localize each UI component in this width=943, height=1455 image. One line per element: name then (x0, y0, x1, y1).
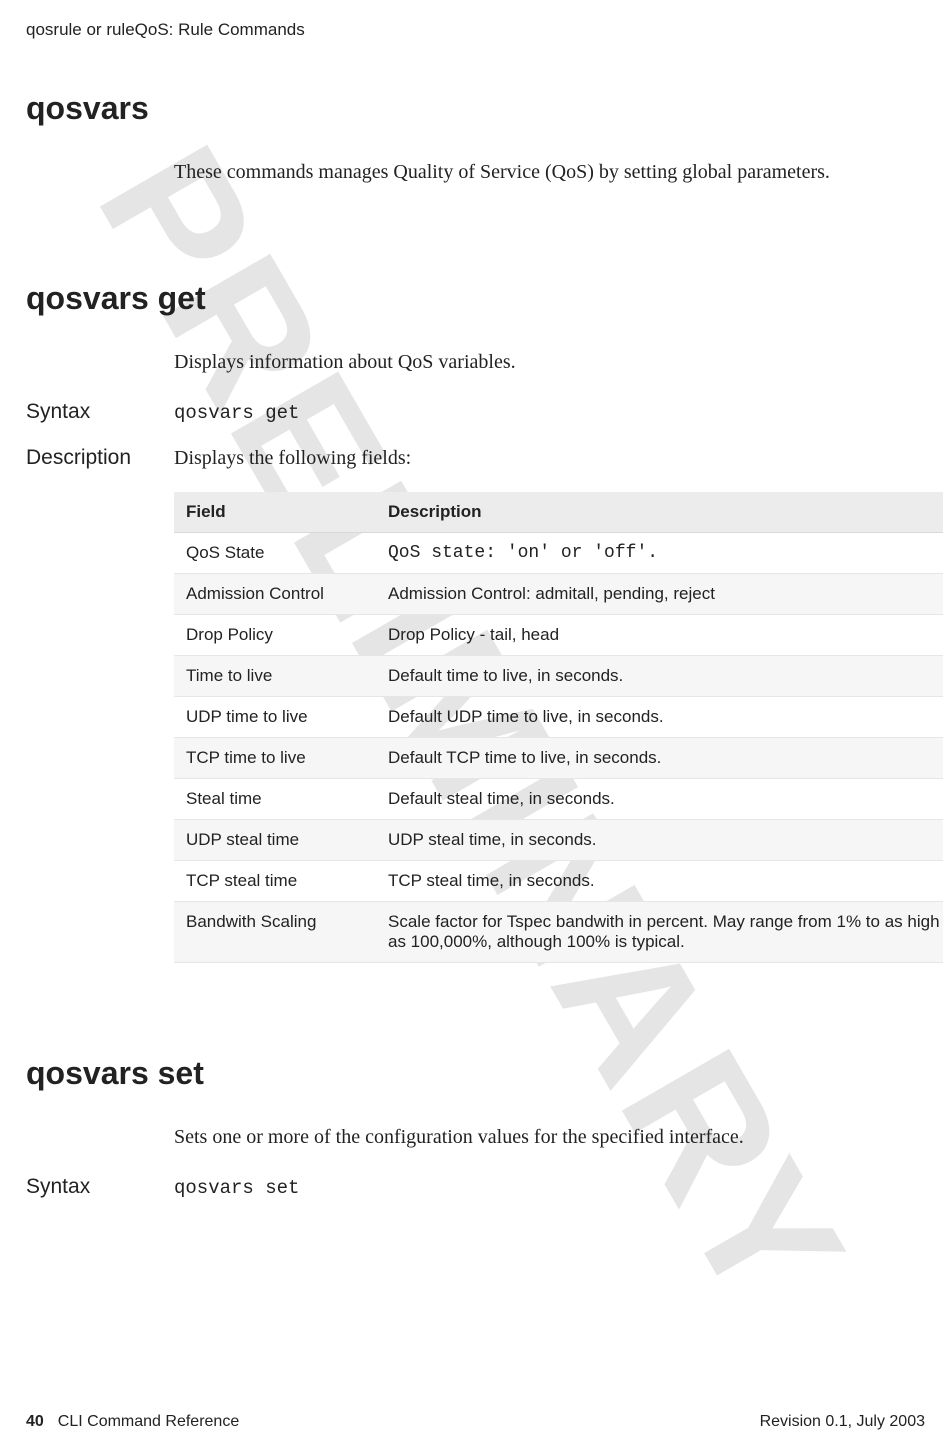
table-cell-description: Default UDP time to live, in seconds. (376, 697, 943, 738)
section-qosvars-intro: These commands manages Quality of Servic… (174, 161, 933, 184)
table-cell-description: Default TCP time to live, in seconds. (376, 738, 943, 779)
table-row: Time to liveDefault time to live, in sec… (174, 656, 943, 697)
content: qosvars These commands manages Quality o… (26, 90, 943, 1199)
section-qosvars-set-intro: Sets one or more of the configuration va… (174, 1126, 933, 1149)
table-cell-field: UDP steal time (174, 820, 376, 861)
table-cell-description: QoS state: 'on' or 'off'. (376, 533, 943, 574)
fields-table: Field Description QoS StateQoS state: 'o… (174, 492, 943, 963)
table-row: Bandwith ScalingScale factor for Tspec b… (174, 902, 943, 963)
description-row: Description Displays the following field… (26, 446, 933, 470)
table-row: UDP time to liveDefault UDP time to live… (174, 697, 943, 738)
table-header-description: Description (376, 492, 943, 533)
table-row: TCP time to liveDefault TCP time to live… (174, 738, 943, 779)
table-header-row: Field Description (174, 492, 943, 533)
page: qosrule or ruleQoS: Rule Commands qosvar… (0, 0, 943, 1455)
table-cell-description: Scale factor for Tspec bandwith in perce… (376, 902, 943, 963)
table-cell-description: UDP steal time, in seconds. (376, 820, 943, 861)
description-label: Description (26, 446, 174, 470)
table-cell-field: UDP time to live (174, 697, 376, 738)
table-row: Steal timeDefault steal time, in seconds… (174, 779, 943, 820)
running-head: qosrule or ruleQoS: Rule Commands (26, 20, 943, 40)
section-qosvars-set-title: qosvars set (26, 1055, 933, 1092)
syntax-label-set: Syntax (26, 1175, 174, 1199)
syntax-label: Syntax (26, 400, 174, 424)
table-cell-field: Bandwith Scaling (174, 902, 376, 963)
description-text: Displays the following fields: (174, 447, 411, 470)
syntax-row-set: Syntax qosvars set (26, 1175, 933, 1199)
table-cell-field: TCP steal time (174, 861, 376, 902)
table-cell-field: Admission Control (174, 574, 376, 615)
syntax-row: Syntax qosvars get (26, 400, 933, 424)
page-number: 40 (26, 1413, 44, 1431)
table-row: UDP steal timeUDP steal time, in seconds… (174, 820, 943, 861)
revision: Revision 0.1, July 2003 (760, 1413, 925, 1431)
table-row: Admission ControlAdmission Control: admi… (174, 574, 943, 615)
doc-title: CLI Command Reference (58, 1413, 239, 1431)
syntax-command: qosvars get (174, 402, 299, 424)
table-cell-description: Admission Control: admitall, pending, re… (376, 574, 943, 615)
table-cell-field: QoS State (174, 533, 376, 574)
table-cell-field: Steal time (174, 779, 376, 820)
section-qosvars-title: qosvars (26, 90, 933, 127)
table-cell-field: Time to live (174, 656, 376, 697)
table-row: QoS StateQoS state: 'on' or 'off'. (174, 533, 943, 574)
section-qosvars-get-title: qosvars get (26, 280, 933, 317)
syntax-command-set: qosvars set (174, 1177, 299, 1199)
section-qosvars-get-intro: Displays information about QoS variables… (174, 351, 933, 374)
table-cell-field: Drop Policy (174, 615, 376, 656)
table-header-field: Field (174, 492, 376, 533)
table-row: Drop PolicyDrop Policy - tail, head (174, 615, 943, 656)
table-row: TCP steal timeTCP steal time, in seconds… (174, 861, 943, 902)
table-cell-description: Drop Policy - tail, head (376, 615, 943, 656)
table-cell-description: TCP steal time, in seconds. (376, 861, 943, 902)
table-cell-description: Default steal time, in seconds. (376, 779, 943, 820)
table-cell-field: TCP time to live (174, 738, 376, 779)
table-cell-description: Default time to live, in seconds. (376, 656, 943, 697)
footer: 40 CLI Command Reference Revision 0.1, J… (26, 1413, 925, 1431)
